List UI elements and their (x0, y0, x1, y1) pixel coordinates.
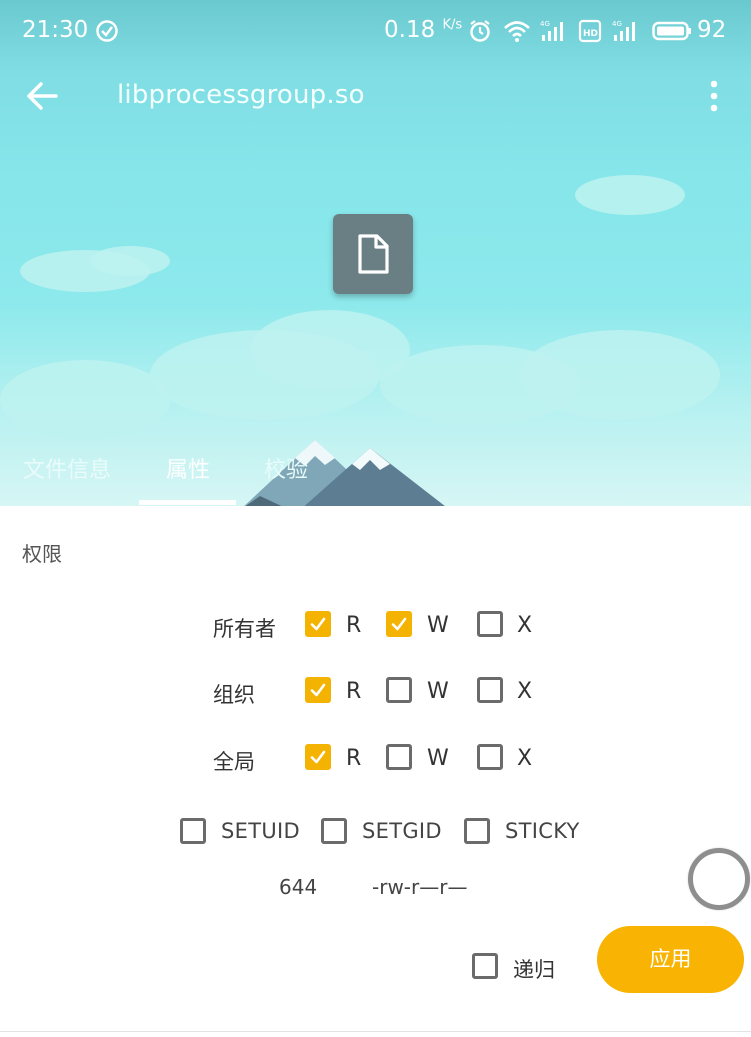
global-read-checkbox[interactable] (305, 744, 331, 770)
checkbox-label: R (346, 679, 362, 704)
status-time: 21:30 (22, 17, 89, 43)
status-net-speed: 0.18 K/s (384, 17, 463, 43)
tab-file-info[interactable]: 文件信息 (23, 452, 111, 484)
owner-read-checkbox[interactable] (305, 611, 331, 637)
setuid-checkbox[interactable] (180, 818, 206, 844)
signal-4g-icon: 4G (540, 20, 563, 41)
section-title: 权限 (22, 542, 62, 566)
global-write-checkbox[interactable] (386, 744, 412, 770)
row-label-owner: 所有者 (213, 617, 276, 641)
floating-assistive-button[interactable] (688, 848, 750, 910)
check-circle-icon (96, 20, 118, 42)
group-write-checkbox[interactable] (386, 677, 412, 703)
wifi-icon (504, 21, 530, 42)
tab-bar: 文件信息 属性 校验 (0, 446, 751, 506)
owner-write-checkbox[interactable] (386, 611, 412, 637)
checkbox-label: X (517, 746, 533, 771)
octal-permission: 644 (279, 875, 318, 899)
svg-text:4G: 4G (612, 20, 622, 28)
file-type-badge (333, 214, 413, 294)
sticky-label: STICKY (505, 819, 580, 843)
tab-properties[interactable]: 属性 (166, 452, 210, 484)
tab-checksum[interactable]: 校验 (264, 452, 308, 484)
group-read-checkbox[interactable] (305, 677, 331, 703)
checkbox-label: X (517, 613, 533, 638)
setgid-checkbox[interactable] (321, 818, 347, 844)
apply-button[interactable]: 应用 (597, 926, 744, 993)
tab-indicator (139, 500, 236, 505)
checkbox-label: W (427, 679, 449, 704)
page-title: libprocessgroup.so (117, 80, 365, 110)
recursive-label: 递归 (513, 958, 555, 982)
app-bar: libprocessgroup.so (0, 66, 751, 126)
checkbox-label: W (427, 746, 449, 771)
alarm-icon (470, 20, 490, 42)
group-execute-checkbox[interactable] (477, 677, 503, 703)
battery-level: 92 (697, 17, 727, 43)
global-execute-checkbox[interactable] (477, 744, 503, 770)
symbolic-permission: -rw-r—r— (372, 875, 468, 899)
row-label-group: 组织 (213, 683, 255, 707)
signal-4g-icon: 4G (612, 20, 635, 41)
setgid-label: SETGID (362, 819, 442, 843)
more-vert-icon[interactable] (700, 76, 728, 116)
svg-text:4G: 4G (540, 20, 550, 28)
owner-execute-checkbox[interactable] (477, 611, 503, 637)
checkbox-label: X (517, 679, 533, 704)
setuid-label: SETUID (221, 819, 300, 843)
file-icon (358, 234, 389, 274)
checkbox-label: W (427, 613, 449, 638)
battery-icon (652, 21, 691, 41)
sticky-checkbox[interactable] (464, 818, 490, 844)
svg-text:HD: HD (583, 29, 598, 39)
hd-icon: HD (578, 19, 602, 43)
checkbox-label: R (346, 746, 362, 771)
divider (0, 1031, 751, 1032)
row-label-global: 全局 (213, 750, 255, 774)
checkbox-label: R (346, 613, 362, 638)
status-bar: 21:30 0.18 K/s 4G HD 4G 92 (0, 0, 751, 62)
back-arrow-icon[interactable] (25, 78, 61, 114)
recursive-checkbox[interactable] (472, 953, 498, 979)
